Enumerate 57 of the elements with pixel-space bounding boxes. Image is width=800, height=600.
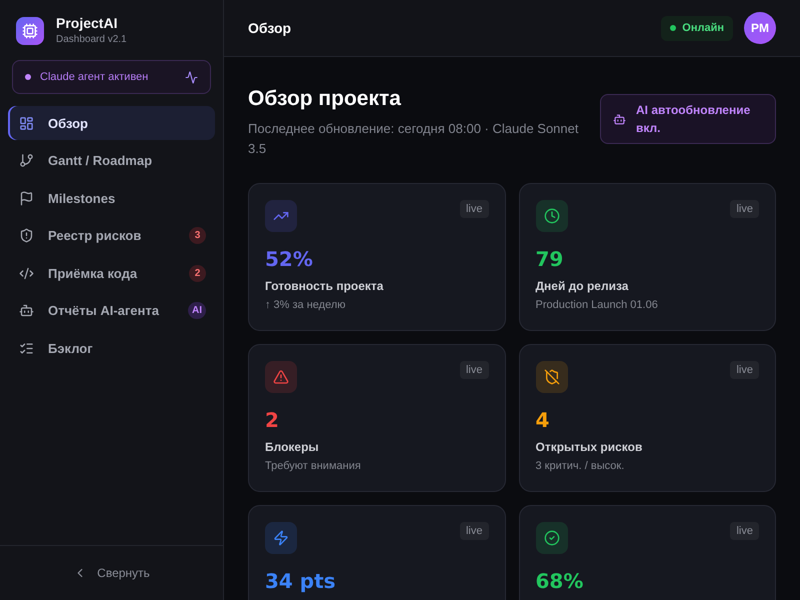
count-badge: 2 (189, 264, 206, 282)
nav-item[interactable]: Реестр рисков 3 (8, 218, 215, 252)
brand-name: ProjectAI (56, 15, 118, 31)
robot-icon (19, 303, 34, 318)
activity-icon (185, 70, 198, 84)
stat-value: 4 (536, 407, 550, 433)
live-tag: live (460, 361, 488, 379)
page-title: Обзор проекта (248, 87, 402, 111)
clock-icon (536, 200, 568, 232)
stat-note: Требуют внимания (265, 459, 361, 473)
stat-value: 52% (265, 246, 313, 272)
count-badge: AI (188, 302, 206, 319)
code-icon (19, 266, 34, 280)
live-tag: live (730, 522, 759, 540)
live-tag: live (460, 200, 488, 218)
checklist-icon (19, 340, 34, 356)
page-subtitle: Последнее обновление: сегодня 08:00 · Claude Sonnet 3.5 (248, 120, 580, 158)
live-tag: live (730, 361, 759, 379)
live-tag: live (460, 522, 488, 540)
stat-note: 3 критич. / высок. (536, 459, 624, 473)
lightning-icon (265, 522, 297, 554)
nav-item[interactable]: Gantt / Roadmap (8, 144, 215, 178)
flag-icon (19, 190, 34, 206)
status-dot-icon (670, 25, 676, 31)
stat-label: Дней до релиза (536, 278, 628, 294)
count-badge: 3 (189, 227, 206, 244)
agent-status-text: Claude агент активен (40, 71, 150, 83)
nav-item[interactable]: Обзор (8, 106, 215, 140)
shield-alert-icon (19, 228, 34, 243)
stat-label: Готовность проекта (265, 278, 384, 294)
nav-item[interactable]: Приёмка кода 2 (8, 256, 215, 290)
user-avatar[interactable]: PM (744, 12, 776, 44)
nav-item[interactable]: Milestones (8, 181, 215, 215)
dashboard-icon (19, 116, 34, 130)
branch-icon (19, 153, 34, 168)
stat-value: 2 (265, 407, 279, 433)
robot-icon (613, 112, 626, 126)
status-text: Онлайн (682, 22, 724, 34)
page-header-title: Обзор (248, 20, 292, 36)
shield-off-icon (536, 361, 568, 393)
stat-note: Production Launch 01.06 (536, 298, 658, 312)
live-tag: live (730, 200, 759, 218)
collapse-button[interactable]: Свернуть (69, 562, 154, 584)
ai-notice-text: AI автообновление вкл. (636, 102, 752, 137)
stat-value: 34 pts (265, 568, 336, 594)
stat-label: Открытых рисков (536, 439, 642, 455)
stat-value: 68% (536, 568, 584, 594)
stat-value: 79 (536, 246, 564, 272)
warning-icon (265, 361, 297, 393)
stat-label: Блокеры (265, 439, 319, 455)
trending-up-icon (265, 200, 297, 232)
nav-item[interactable]: Бэклог (8, 331, 215, 365)
chip-icon (16, 16, 44, 44)
nav-item[interactable]: Отчёты AI-агента AI (8, 294, 215, 328)
stat-note: ↑ 3% за неделю (265, 298, 346, 312)
brand-version: Dashboard v2.1 (56, 33, 127, 46)
status-dot-icon (25, 74, 31, 80)
